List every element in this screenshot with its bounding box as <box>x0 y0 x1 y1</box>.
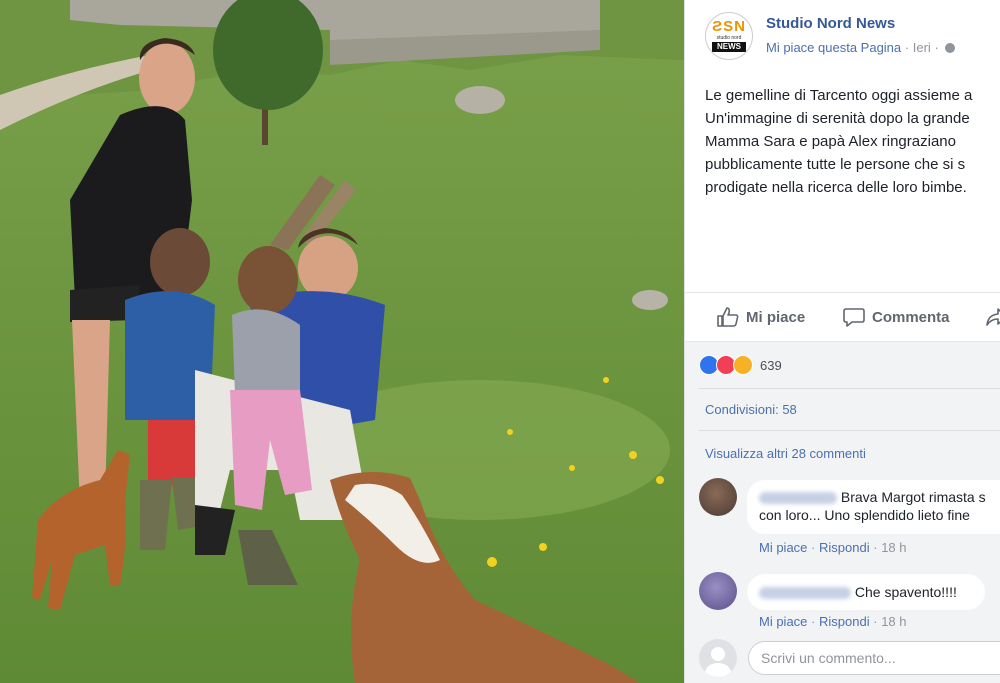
meta-separator: · <box>904 40 910 55</box>
shares-link[interactable]: Condivisioni: 58 <box>705 402 797 417</box>
commenter-name-blurred[interactable] <box>759 587 851 600</box>
comment-button[interactable]: Commenta <box>843 300 950 334</box>
post-text-line: pubblicamente tutte le persone che si s <box>705 156 966 173</box>
post-header: ƧSN studio nord NEWS Studio Nord News Mi… <box>705 12 1000 62</box>
comment-input[interactable]: Scrivi un commento... <box>748 641 1000 675</box>
comment-bubble: Brava Margot rimasta s con loro... Uno s… <box>747 480 1000 534</box>
reaction-count: 639 <box>760 357 782 373</box>
post-text-line: Mamma Sara e papà Alex ringraziano <box>705 133 956 150</box>
like-button[interactable]: Mi piace <box>717 300 805 334</box>
post-text-line: Le gemelline di Tarcento oggi assieme a <box>705 87 973 104</box>
divider <box>685 292 1000 293</box>
comment-like-link[interactable]: Mi piace <box>759 614 807 629</box>
haha-reaction-icon <box>733 355 753 375</box>
post-photo[interactable] <box>0 0 684 683</box>
comment-time[interactable]: 18 h <box>881 540 906 555</box>
meta-separator-2: · <box>934 40 939 55</box>
user-avatar <box>699 639 737 677</box>
comment-like-link[interactable]: Mi piace <box>759 540 807 555</box>
divider <box>699 388 1000 389</box>
comment-bubble: Che spavento!!!! <box>747 574 985 610</box>
default-user-icon <box>704 647 732 677</box>
comment-reply-link[interactable]: Rispondi <box>819 540 870 555</box>
commenter-avatar[interactable] <box>699 572 737 610</box>
post-meta: Mi piace questa Pagina · Ieri · <box>766 40 956 55</box>
post-text-line: Un'immagine di serenità dopo la grande <box>705 110 970 127</box>
comment-separator: · <box>811 614 816 629</box>
post-text-line: prodigate nella ricerca delle loro bimbe… <box>705 179 967 196</box>
comment-composer: Scrivi un commento... <box>685 631 1000 683</box>
speech-bubble-icon <box>843 308 865 327</box>
post-actions: Mi piace Commenta <box>685 300 1000 334</box>
comment-button-label: Commenta <box>872 308 950 326</box>
comment-text: con loro... Uno splendido lieto fine <box>759 507 970 523</box>
share-button[interactable] <box>985 300 1000 334</box>
comment-text: Che spavento!!!! <box>854 584 957 600</box>
comment-text: Brava Margot rimasta s <box>840 489 986 505</box>
comment-actions: Mi piace · Rispondi · 18 h <box>759 540 907 555</box>
post-text: Le gemelline di Tarcento oggi assieme a … <box>705 84 1000 199</box>
comment-reply-link[interactable]: Rispondi <box>819 614 870 629</box>
page-avatar[interactable]: ƧSN studio nord NEWS <box>705 12 753 60</box>
comment-separator: · <box>873 614 878 629</box>
logo-text-middle: studio nord <box>716 35 742 41</box>
post-panel: ƧSN studio nord NEWS Studio Nord News Mi… <box>684 0 1000 683</box>
commenter-avatar[interactable] <box>699 478 737 516</box>
share-arrow-icon <box>986 308 1000 326</box>
page-name-link[interactable]: Studio Nord News <box>766 15 895 32</box>
comment-time[interactable]: 18 h <box>881 614 906 629</box>
post-time[interactable]: Ieri <box>913 40 931 55</box>
like-button-label: Mi piace <box>746 308 806 326</box>
comment-actions: Mi piace · Rispondi · 18 h <box>759 614 907 629</box>
comment-separator: · <box>873 540 878 555</box>
commenter-name-blurred[interactable] <box>759 492 837 505</box>
family-photo-image <box>0 0 684 683</box>
like-page-link[interactable]: Mi piace questa Pagina <box>766 40 901 55</box>
reactions-summary[interactable]: 639 <box>699 354 782 376</box>
logo-text-top: ƧSN <box>712 18 746 35</box>
view-more-comments-link[interactable]: Visualizza altri 28 commenti <box>705 446 866 461</box>
divider <box>699 430 1000 431</box>
logo-text-bottom: NEWS <box>712 42 746 52</box>
divider <box>685 341 1000 342</box>
thumbs-up-icon <box>717 307 739 327</box>
comment-separator: · <box>811 540 816 555</box>
globe-icon[interactable] <box>945 43 956 53</box>
